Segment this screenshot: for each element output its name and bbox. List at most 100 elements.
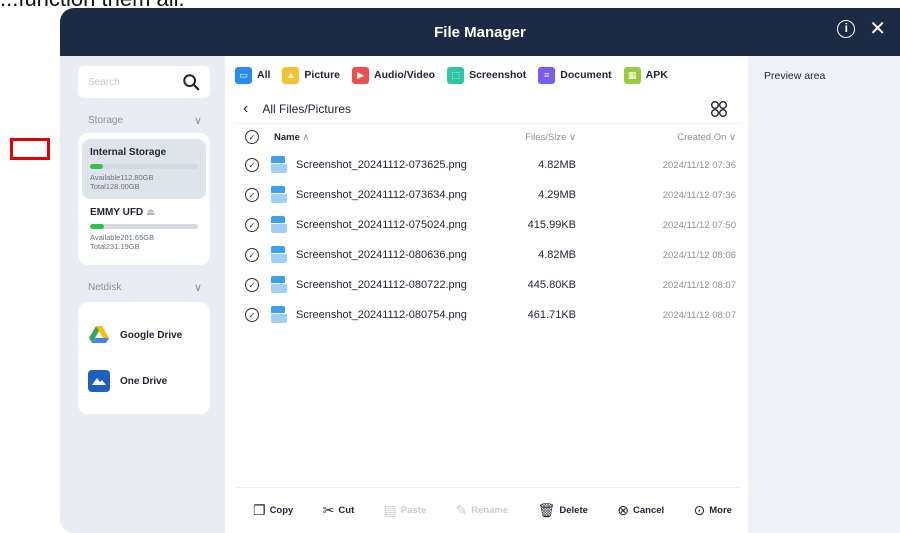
more-icon: ⊙: [693, 502, 706, 518]
row-checkbox[interactable]: ✓: [245, 308, 259, 322]
action-label: Rename: [471, 505, 509, 516]
file-name-cell: Screenshot_20241112-080636.png: [259, 246, 486, 264]
file-name: Screenshot_20241112-075024.png: [296, 219, 467, 231]
picture-icon: ▲: [282, 66, 300, 84]
file-list-panel: ▭ All ▲ Picture ▶ Audio/Video ⬚ Screenshot ≡…: [225, 56, 748, 533]
storage-name: Internal Storage: [90, 147, 167, 158]
storage-item-usb[interactable]: EMMY UFD ⏏ Available201.65GB Total231.19…: [82, 199, 206, 259]
netdisk-list: Google Drive One Drive: [78, 302, 210, 414]
action-label: Delete: [559, 505, 588, 516]
action-label: Cut: [338, 505, 355, 516]
table-row[interactable]: ✓ Screenshot_20241112-075024.png 415.99KB 2…: [235, 210, 740, 240]
rename-button[interactable]: ✎ Rename: [456, 502, 509, 519]
tab-document[interactable]: ≡ Document: [538, 66, 612, 84]
netdisk-section-header[interactable]: Netdisk ∨: [78, 265, 210, 298]
table-row[interactable]: ✓ Screenshot_20241112-080754.png 461.71KB 2…: [235, 300, 740, 330]
delete-button[interactable]: 🗑 Delete: [538, 502, 588, 519]
table-row[interactable]: ✓ Screenshot_20241112-080636.png 4.82MB 202…: [235, 240, 740, 270]
close-icon[interactable]: ✕: [869, 19, 886, 39]
breadcrumb-path: All Files/Pictures: [262, 101, 352, 116]
tab-label: All: [257, 69, 271, 81]
tab-audio-video[interactable]: ▶ Audio/Video: [352, 66, 436, 84]
table-row[interactable]: ✓ Screenshot_20241112-073625.png 4.82MB 202…: [235, 150, 740, 180]
file-name-cell: Screenshot_20241112-075024.png: [259, 216, 486, 234]
storage-name-text: EMMY UFD: [90, 207, 144, 218]
name-column-header[interactable]: Name ∧: [259, 132, 486, 143]
cancel-icon: ⊗: [617, 502, 629, 518]
preview-label: Preview area: [764, 70, 826, 82]
tab-all[interactable]: ▭ All: [235, 66, 271, 84]
copy-button[interactable]: ❐ Copy: [253, 502, 293, 519]
table-row[interactable]: ✓ Screenshot_20241112-073634.png 4.29MB 202…: [235, 180, 740, 210]
select-all-checkbox[interactable]: ✓: [245, 130, 259, 144]
file-name-cell: Screenshot_20241112-080722.png: [259, 276, 486, 294]
back-icon[interactable]: ‹: [243, 100, 248, 118]
drive-label: Google Drive: [120, 329, 183, 341]
row-checkbox[interactable]: ✓: [245, 188, 259, 202]
media-icon: ▶: [352, 66, 370, 84]
row-checkbox[interactable]: ✓: [245, 278, 259, 292]
storage-name: EMMY UFD ⏏: [90, 207, 198, 218]
eject-icon[interactable]: ⏏: [146, 207, 155, 218]
size-column-header[interactable]: Files/Size ∨: [486, 132, 596, 143]
rename-icon: ✎: [455, 502, 468, 518]
chevron-down-icon[interactable]: ∨: [194, 281, 202, 294]
column-label: Name: [274, 131, 300, 143]
file-size: 461.71KB: [527, 309, 576, 321]
tab-screenshot[interactable]: ⬚ Screenshot: [447, 66, 527, 84]
action-label: More: [709, 505, 732, 516]
file-created: 2024/11/12 08:07: [662, 279, 736, 291]
table-row[interactable]: ✓ Screenshot_20241112-080722.png 445.80KB 2…: [235, 270, 740, 300]
action-bar: ❐ Copy ✂ Cut ▤ Paste ✎ Rename 🗑 Delete ⊗ Cance…: [235, 487, 740, 533]
more-button[interactable]: ⊙ More: [694, 502, 732, 519]
storage-item-internal[interactable]: Internal Storage Available112.80GB Total…: [82, 139, 206, 199]
storage-usage-bar: [90, 164, 198, 169]
row-checkbox[interactable]: ✓: [245, 158, 259, 172]
tab-apk[interactable]: ▦ APK: [623, 66, 668, 84]
storage-section-header[interactable]: Storage ∨: [78, 98, 210, 131]
title-bar: File Manager i ✕: [60, 8, 900, 56]
storage-list: Internal Storage Available112.80GB Total…: [78, 133, 210, 265]
cut-icon: ✂: [322, 502, 335, 518]
search-icon[interactable]: [182, 73, 200, 91]
file-name-cell: Screenshot_20241112-073625.png: [259, 156, 486, 174]
search-input[interactable]: Search: [78, 66, 210, 98]
chevron-down-icon[interactable]: ∨: [194, 114, 202, 127]
grid-view-icon[interactable]: [710, 100, 728, 118]
storage-header-label: Storage: [88, 115, 124, 126]
google-drive-item[interactable]: Google Drive: [88, 312, 200, 358]
image-file-icon: [271, 186, 287, 204]
tab-label: Audio/Video: [374, 69, 436, 81]
file-created: 2024/11/12 08:06: [662, 249, 736, 261]
image-file-icon: [271, 306, 287, 324]
action-label: Paste: [400, 505, 427, 516]
image-file-icon: [271, 246, 287, 264]
tab-label: APK: [645, 69, 668, 81]
paste-button[interactable]: ▤ Paste: [384, 502, 427, 519]
file-name: Screenshot_20241112-073634.png: [296, 189, 467, 201]
tab-picture[interactable]: ▲ Picture: [282, 66, 341, 84]
screenshot-icon: ⬚: [447, 66, 465, 84]
file-name: Screenshot_20241112-080636.png: [296, 249, 467, 261]
file-name: Screenshot_20241112-080722.png: [296, 279, 467, 291]
row-checkbox[interactable]: ✓: [245, 218, 259, 232]
column-label: Files/Size: [525, 131, 567, 143]
info-icon[interactable]: i: [837, 20, 856, 38]
one-drive-item[interactable]: One Drive: [88, 358, 200, 404]
file-created: 2024/11/12 07:50: [662, 219, 736, 231]
image-file-icon: [271, 156, 287, 174]
storage-usage-bar: [90, 224, 198, 229]
file-name: Screenshot_20241112-080754.png: [296, 309, 467, 321]
tab-label: Screenshot: [469, 69, 527, 81]
cut-button[interactable]: ✂ Cut: [323, 502, 355, 519]
tab-label: Picture: [304, 69, 341, 81]
one-drive-icon: [88, 370, 110, 392]
row-checkbox[interactable]: ✓: [245, 248, 259, 262]
created-column-header[interactable]: Created On ∨: [596, 132, 736, 143]
highlight-marker: [10, 138, 50, 160]
cancel-button[interactable]: ⊗ Cancel: [617, 502, 664, 519]
storage-available: Available201.65GB: [90, 233, 155, 242]
folder-icon: ▭: [235, 66, 252, 84]
action-label: Cancel: [633, 505, 665, 516]
sidebar: Search Storage ∨ Internal Storage Availa…: [60, 56, 225, 533]
